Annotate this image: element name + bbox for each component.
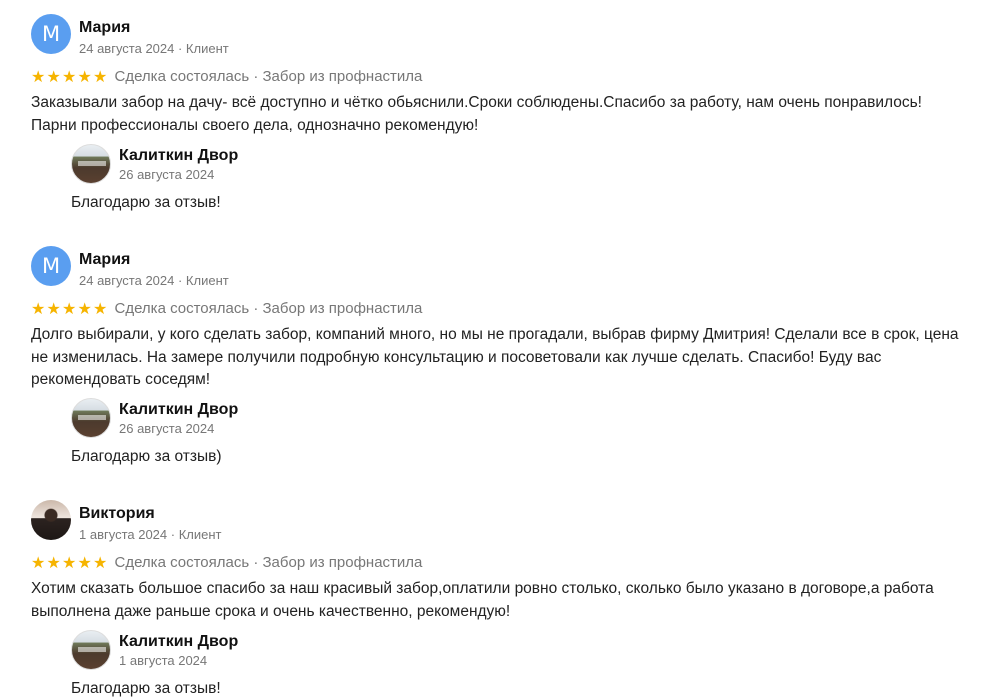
reply-author[interactable]: Калиткин Двор <box>119 633 238 651</box>
review-author[interactable]: Мария <box>79 251 130 269</box>
star-icon: ★ <box>31 298 46 318</box>
review-meta: 1 августа 2024 · Клиент <box>79 527 222 542</box>
review-meta: 24 августа 2024 · Клиент <box>79 41 229 56</box>
star-icon: ★ <box>93 66 108 86</box>
review-author[interactable]: Виктория <box>79 505 155 523</box>
star-icon: ★ <box>31 66 46 86</box>
reply-date: 1 августа 2024 <box>119 653 208 668</box>
review-text: Хотим сказать большое спасибо за наш кра… <box>31 578 961 623</box>
reply-author[interactable]: Калиткин Двор <box>119 401 238 419</box>
reply-date: 26 августа 2024 <box>119 167 215 182</box>
star-rating: ★ ★ ★ ★ ★ <box>31 298 109 318</box>
star-icon: ★ <box>93 298 108 318</box>
review-text-line: рекомендовать соседям! <box>31 371 211 388</box>
company-avatar[interactable] <box>71 630 111 670</box>
deal-info: Сделка состоялась · Забор из профнастила <box>114 68 423 85</box>
reply-text: Благодарю за отзыв! <box>71 194 221 211</box>
review-text: Заказывали забор на дачу- всё доступно и… <box>31 92 961 137</box>
review-text-line: Парни профессионалы своего дела, однозна… <box>31 116 479 134</box>
review-author[interactable]: Мария <box>79 19 130 37</box>
star-icon: ★ <box>93 552 108 572</box>
reply-text: Благодарю за отзыв) <box>71 448 222 465</box>
review-meta: 24 августа 2024 · Клиент <box>79 273 229 288</box>
star-icon: ★ <box>62 66 77 86</box>
star-icon: ★ <box>62 552 77 572</box>
star-icon: ★ <box>77 66 92 86</box>
review-text-line: выполнена даже раньше срока и очень каче… <box>31 602 511 620</box>
star-rating: ★ ★ ★ ★ ★ <box>31 66 109 86</box>
star-icon: ★ <box>62 298 77 318</box>
star-icon: ★ <box>46 298 61 318</box>
company-avatar[interactable] <box>71 144 111 184</box>
review-card: Виктория 1 августа 2024 · Клиент ★ ★ ★ ★ ★ С… <box>0 500 985 700</box>
review-text-line: Долго выбирали, у кого сделать забор, ко… <box>31 326 959 343</box>
user-avatar[interactable]: М <box>31 14 71 54</box>
star-icon: ★ <box>77 298 92 318</box>
review-text-line: Хотим сказать большое спасибо за наш кра… <box>31 580 934 597</box>
review-text-line: Заказывали забор на дачу- всё доступно и… <box>31 94 922 111</box>
deal-info: Сделка состоялась · Забор из профнастила <box>114 554 423 571</box>
user-photo-avatar[interactable] <box>31 500 71 540</box>
deal-info: Сделка состоялась · Забор из профнастила <box>114 300 423 317</box>
review-card: М Мария 24 августа 2024 · Клиент ★ ★ ★ ★ ★ С… <box>0 14 985 234</box>
star-icon: ★ <box>77 552 92 572</box>
star-icon: ★ <box>46 66 61 86</box>
user-avatar[interactable]: М <box>31 246 71 286</box>
rating-line: ★ ★ ★ ★ ★ Сделка состоялась · Забор из профн… <box>31 300 422 317</box>
reply-text: Благодарю за отзыв! <box>71 680 221 697</box>
star-icon: ★ <box>46 552 61 572</box>
star-icon: ★ <box>31 552 46 572</box>
rating-line: ★ ★ ★ ★ ★ Сделка состоялась · Забор из профн… <box>31 554 422 571</box>
star-rating: ★ ★ ★ ★ ★ <box>31 552 109 572</box>
reply-author[interactable]: Калиткин Двор <box>119 147 238 165</box>
review-card: М Мария 24 августа 2024 · Клиент ★ ★ ★ ★ ★ С… <box>0 246 985 476</box>
rating-line: ★ ★ ★ ★ ★ Сделка состоялась · Забор из профн… <box>31 68 422 85</box>
review-text: Долго выбирали, у кого сделать забор, ко… <box>31 324 961 392</box>
reply-date: 26 августа 2024 <box>119 421 215 436</box>
company-avatar[interactable] <box>71 398 111 438</box>
review-text-line: не изменилась. На замере получили подроб… <box>31 348 882 366</box>
